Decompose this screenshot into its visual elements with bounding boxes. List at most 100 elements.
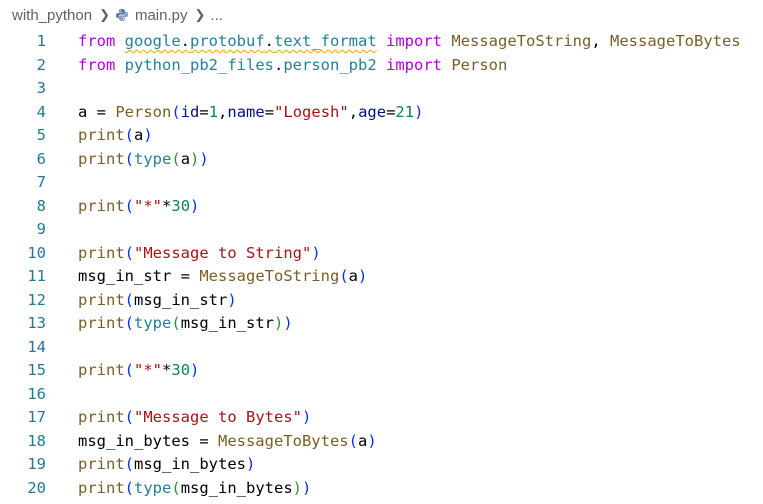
code-token: msg_in_str xyxy=(134,290,228,309)
line-number: 6 xyxy=(36,149,46,168)
code-token: print xyxy=(78,243,125,262)
code-text: print("Message to String") xyxy=(78,242,321,266)
code-token: ) xyxy=(311,243,321,262)
line-number: 2 xyxy=(36,55,46,74)
code-token: id xyxy=(180,102,200,121)
code-token: import xyxy=(386,55,442,74)
breadcrumb-folder[interactable]: with_python xyxy=(12,7,92,24)
code-token: * xyxy=(162,196,172,215)
code-token: = xyxy=(171,267,200,285)
line-number: 17 xyxy=(27,408,46,426)
code-text: msg_in_bytes = MessageToBytes(a) xyxy=(78,430,377,454)
line-number: 8 xyxy=(36,196,46,215)
code-token: "Message to String" xyxy=(134,243,312,262)
chevron-right-icon: ❯ xyxy=(194,7,206,22)
code-token: print xyxy=(78,455,125,473)
code-line[interactable]: 20 print(type(msg_in_bytes)) xyxy=(0,477,763,501)
code-token: = xyxy=(264,102,275,121)
code-line[interactable]: 4a = Person(id=1,name="Logesh",age=21) xyxy=(0,101,763,125)
code-line[interactable]: 2 from python_pb2_files.person_pb2 import… xyxy=(0,54,763,78)
code-text: print("*"*30) xyxy=(78,359,199,383)
code-token: ) xyxy=(292,478,303,497)
code-token: MessageToBytes xyxy=(217,431,349,450)
code-text: print(msg_in_bytes) xyxy=(78,453,255,477)
breadcrumb: with_python ❯ main.py ❯ ... xyxy=(0,0,763,30)
code-token: . xyxy=(264,32,275,50)
code-token: ( xyxy=(124,126,135,144)
code-editor[interactable]: 1 from google.protobuf.text_format import… xyxy=(0,30,763,500)
code-token: MessageToString xyxy=(451,32,592,50)
code-token: Person xyxy=(451,55,508,74)
code-line[interactable]: 5 print(a) xyxy=(0,124,763,148)
code-token: import xyxy=(386,32,443,50)
code-text: from google.protobuf.text_format import … xyxy=(78,30,741,54)
code-line[interactable]: 17 print("Message to Bytes") xyxy=(0,406,763,430)
code-line[interactable]: 16 xyxy=(0,383,763,407)
code-line[interactable]: 11 msg_in_str = MessageToString(a) xyxy=(0,265,763,289)
code-line[interactable]: 12 print(msg_in_str) xyxy=(0,289,763,313)
code-token: print xyxy=(78,314,125,332)
line-number: 13 xyxy=(27,314,46,332)
code-token: msg_in_bytes xyxy=(78,431,190,450)
code-token: 30 xyxy=(171,196,191,215)
line-number: 20 xyxy=(27,478,46,497)
code-token: print xyxy=(78,408,125,426)
line-number: 4 xyxy=(36,102,46,121)
code-line[interactable]: 10 print("Message to String") xyxy=(0,242,763,266)
line-number: 14 xyxy=(27,337,46,356)
line-number: 3 xyxy=(36,79,46,97)
code-token: python_pb2_files xyxy=(124,55,274,74)
code-token: ) xyxy=(143,126,153,144)
code-token: MessageToString xyxy=(199,267,340,285)
code-line[interactable]: 14 xyxy=(0,336,763,360)
code-token: "Logesh" xyxy=(274,102,349,121)
code-token: text_format xyxy=(274,32,377,50)
breadcrumb-more[interactable]: ... xyxy=(210,7,223,24)
code-line[interactable]: 19 print(msg_in_bytes) xyxy=(0,453,763,477)
code-token: , xyxy=(218,102,228,121)
code-token: print xyxy=(78,196,125,215)
code-text: print("Message to Bytes") xyxy=(78,406,311,430)
code-token: ( xyxy=(171,314,181,332)
code-token: ( xyxy=(171,102,181,121)
code-token: ( xyxy=(124,314,135,332)
code-token: type xyxy=(134,314,172,332)
code-line[interactable]: 15 print("*"*30) xyxy=(0,359,763,383)
line-number: 15 xyxy=(27,361,46,379)
code-token: = xyxy=(87,102,116,121)
code-token: age xyxy=(358,102,387,121)
code-token: "*" xyxy=(134,361,163,379)
code-token: msg_in_str xyxy=(78,267,172,285)
code-token: ( xyxy=(124,149,135,168)
code-token: msg_in_bytes xyxy=(180,478,293,497)
code-line[interactable]: 13 print(type(msg_in_str)) xyxy=(0,312,763,336)
code-line[interactable]: 7 xyxy=(0,171,763,195)
code-token: 1 xyxy=(208,102,219,121)
breadcrumb-file[interactable]: main.py xyxy=(135,7,188,24)
code-token: type xyxy=(134,478,172,497)
code-line[interactable]: 3 xyxy=(0,77,763,101)
code-text: print(type(msg_in_bytes)) xyxy=(78,477,311,501)
code-token: 21 xyxy=(395,102,415,121)
line-number: 11 xyxy=(27,267,46,285)
code-line[interactable]: 1 from google.protobuf.text_format import… xyxy=(0,30,763,54)
code-token: Person xyxy=(115,102,172,121)
code-token: print xyxy=(78,290,125,309)
code-token: ( xyxy=(124,196,135,215)
code-text: print(msg_in_str) xyxy=(78,289,237,313)
code-text: print(a) xyxy=(78,124,153,148)
code-token: print xyxy=(78,149,125,168)
code-token: msg_in_bytes xyxy=(134,455,246,473)
code-line[interactable]: 8 print("*"*30) xyxy=(0,195,763,219)
code-token: = xyxy=(189,431,218,450)
code-line[interactable]: 18 msg_in_bytes = MessageToBytes(a) xyxy=(0,430,763,454)
code-token: ) xyxy=(190,361,200,379)
code-token: "*" xyxy=(134,196,163,215)
code-line[interactable]: 9 xyxy=(0,218,763,242)
code-token: . xyxy=(273,55,284,74)
code-line[interactable]: 6 print(type(a)) xyxy=(0,148,763,172)
code-token: "Message to Bytes" xyxy=(134,408,302,426)
code-token: ( xyxy=(124,455,135,473)
code-token: ) xyxy=(358,267,368,285)
